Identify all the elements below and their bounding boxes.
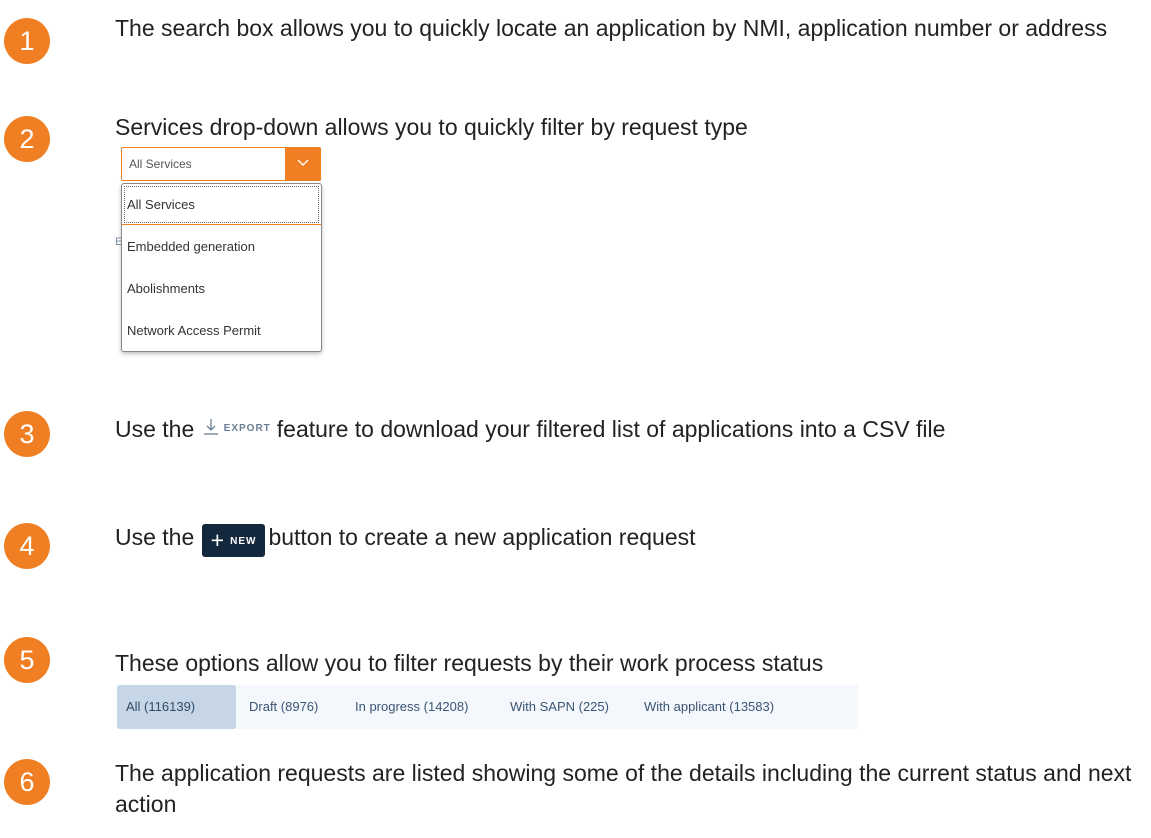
step-text-4-before: Use the — [115, 524, 195, 550]
step-badge-3: 3 — [4, 411, 50, 457]
status-tab-all[interactable]: All (116139) — [117, 685, 236, 729]
status-tab-in-progress[interactable]: In progress (14208) — [346, 685, 477, 729]
status-filter-tabs: All (116139) Draft (8976) In progress (1… — [117, 685, 858, 729]
services-option-all-services[interactable]: All Services — [122, 184, 321, 225]
step-text-3: Use the EXPORT feature to download your … — [115, 413, 1140, 445]
step-badge-6: 6 — [4, 759, 50, 805]
services-option-embedded-generation[interactable]: Embedded generation — [122, 226, 321, 267]
new-button[interactable]: + NEW — [201, 524, 266, 557]
step-badge-5: 5 — [4, 637, 50, 683]
step-text-3-before: Use the — [115, 416, 195, 442]
chevron-down-icon — [297, 159, 309, 166]
step-badge-1: 1 — [4, 18, 50, 64]
services-options-list: All Services Embedded generation Abolish… — [121, 183, 322, 352]
export-button[interactable]: EXPORT — [203, 413, 271, 444]
services-option-abolishments[interactable]: Abolishments — [122, 268, 321, 309]
download-icon — [203, 419, 218, 435]
services-select-value: All Services — [129, 157, 192, 171]
step-text-4-after: button to create a new application reque… — [268, 524, 696, 550]
export-button-label: EXPORT — [223, 423, 271, 434]
status-tab-draft[interactable]: Draft (8976) — [240, 685, 327, 729]
step-text-3-after: feature to download your filtered list o… — [276, 416, 946, 442]
services-select[interactable]: All Services — [121, 147, 321, 181]
step-badge-2: 2 — [4, 116, 50, 162]
step-text-6: The application requests are listed show… — [115, 760, 1132, 817]
step-text-4: Use the + NEW button to create a new appli… — [115, 522, 1140, 557]
step-text-2: Services drop-down allows you to quickly… — [115, 114, 748, 140]
services-select-toggle[interactable] — [285, 147, 321, 181]
status-tab-with-sapn[interactable]: With SAPN (225) — [501, 685, 618, 729]
new-button-label: NEW — [230, 536, 257, 547]
step-badge-4: 4 — [4, 523, 50, 569]
step-text-1: The search box allows you to quickly loc… — [115, 15, 1108, 41]
plus-icon: + — [210, 527, 225, 553]
services-option-network-access-permit[interactable]: Network Access Permit — [122, 310, 321, 351]
status-tab-with-applicant[interactable]: With applicant (13583) — [635, 685, 783, 729]
step-text-5: These options allow you to filter reques… — [115, 650, 824, 676]
